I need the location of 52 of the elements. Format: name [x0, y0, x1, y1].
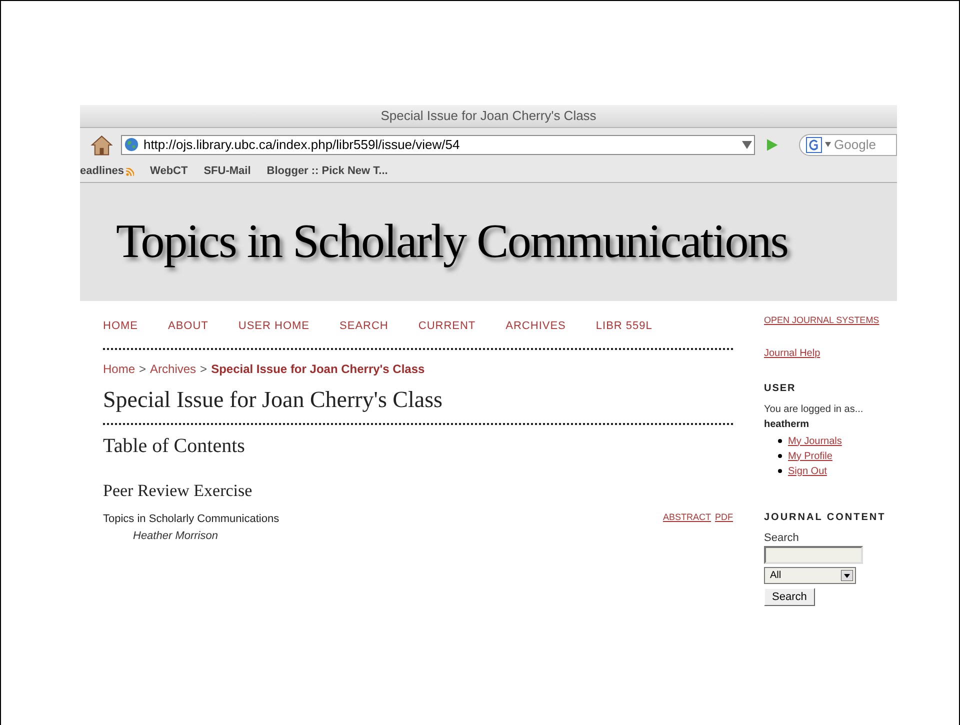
toc-heading: Table of Contents	[103, 434, 246, 459]
dropdown-arrow-icon	[841, 570, 853, 581]
home-icon[interactable]	[90, 134, 114, 156]
breadcrumb-separator: >	[139, 360, 146, 378]
breadcrumb-link[interactable]: Archives	[150, 360, 196, 378]
nav-link[interactable]: SEARCH	[340, 318, 388, 334]
user-link[interactable]: My Profile	[788, 448, 832, 464]
site-title: Topics in Scholarly Communications	[116, 214, 788, 270]
bookmark-link[interactable]: WebCT	[150, 163, 188, 180]
help-link[interactable]: Journal Help	[764, 346, 897, 360]
breadcrumb-current[interactable]: Special Issue for Joan Cherry's Class	[211, 360, 425, 378]
nav-link[interactable]: LIBR 559L	[596, 318, 652, 334]
search-field[interactable]: Google	[799, 134, 897, 156]
nav-link[interactable]: HOME	[103, 318, 138, 334]
bookmark-link[interactable]: eadlines	[80, 163, 134, 180]
nav-link[interactable]: CURRENT	[418, 318, 476, 334]
article-link[interactable]: PDF	[715, 510, 733, 527]
breadcrumb-separator: >	[200, 360, 208, 378]
google-logo-icon	[806, 136, 822, 152]
user-link[interactable]: Sign Out	[788, 464, 827, 478]
article-author: Heather Morrison	[132, 529, 219, 544]
article-link[interactable]: ABSTRACT	[662, 510, 711, 527]
bullet-icon	[778, 469, 782, 473]
page-title: Special Issue for Joan Cherry's Class	[103, 386, 442, 412]
article-title: Topics in Scholarly Communications	[103, 512, 280, 526]
dropdown-arrow-icon[interactable]	[742, 140, 752, 148]
sidebar-heading: JOURNAL CONTENT	[764, 510, 887, 524]
search-placeholder: Google	[834, 136, 876, 154]
user-link[interactable]: My Journals	[788, 434, 842, 448]
bookmark-link[interactable]: Blogger :: Pick New T...	[266, 163, 388, 180]
bullet-icon	[778, 454, 782, 458]
bookmark-link[interactable]: SFU-Mail	[204, 163, 251, 180]
search-button[interactable]: Search	[764, 588, 815, 606]
search-input[interactable]	[764, 546, 863, 564]
scope-select[interactable]: All	[764, 567, 856, 584]
logged-in-text: You are logged in as...	[764, 402, 864, 416]
ojs-link[interactable]: OPEN JOURNAL SYSTEMS	[764, 314, 897, 328]
caret-icon[interactable]	[825, 142, 832, 147]
section-heading: Peer Review Exercise	[103, 480, 254, 502]
address-field[interactable]: http://ojs.library.ubc.ca/index.php/libr559l/issue/view/54	[121, 134, 756, 154]
window-title: Special Issue for Joan Cherry's Class	[380, 107, 596, 126]
url-text: http://ojs.library.ubc.ca/index.php/libr559l/issue/view/54	[143, 136, 461, 154]
sidebar-heading: USER	[764, 382, 797, 396]
rss-icon	[126, 168, 134, 176]
nav-link[interactable]: USER HOME	[238, 318, 310, 334]
globe-icon	[124, 137, 140, 152]
nav-link[interactable]: ABOUT	[168, 318, 208, 334]
nav-link[interactable]: ARCHIVES	[506, 318, 566, 334]
username: heatherm	[764, 418, 810, 432]
bullet-icon	[778, 439, 782, 443]
search-label: Search	[764, 530, 800, 546]
breadcrumb-link[interactable]: Home	[103, 360, 136, 378]
